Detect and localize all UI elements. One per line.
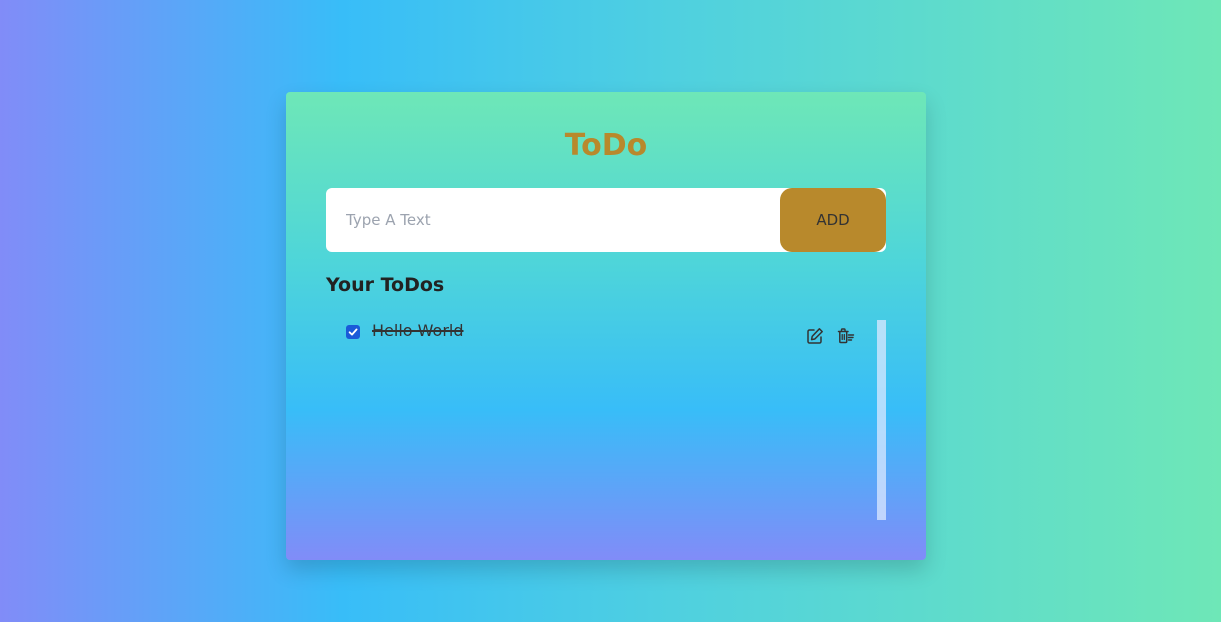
checkmark-icon	[348, 328, 358, 336]
todo-input[interactable]	[326, 188, 780, 252]
todo-item: Hello World	[326, 320, 878, 356]
todo-text: Hello World	[372, 321, 464, 340]
edit-icon	[807, 328, 823, 344]
delete-icon	[837, 328, 855, 344]
app-title: ToDo	[564, 128, 648, 163]
todo-list: Hello World	[326, 320, 878, 520]
delete-todo-button[interactable]	[836, 326, 856, 346]
list-scrollbar[interactable]	[877, 320, 886, 520]
todos-heading: Your ToDos	[326, 274, 445, 296]
todo-checkbox[interactable]	[346, 325, 360, 339]
new-todo-form: ADD	[326, 188, 886, 252]
edit-todo-button[interactable]	[805, 326, 825, 346]
todo-card: ToDo ADD Your ToDos Hello World	[286, 92, 926, 560]
add-button[interactable]: ADD	[780, 188, 886, 252]
